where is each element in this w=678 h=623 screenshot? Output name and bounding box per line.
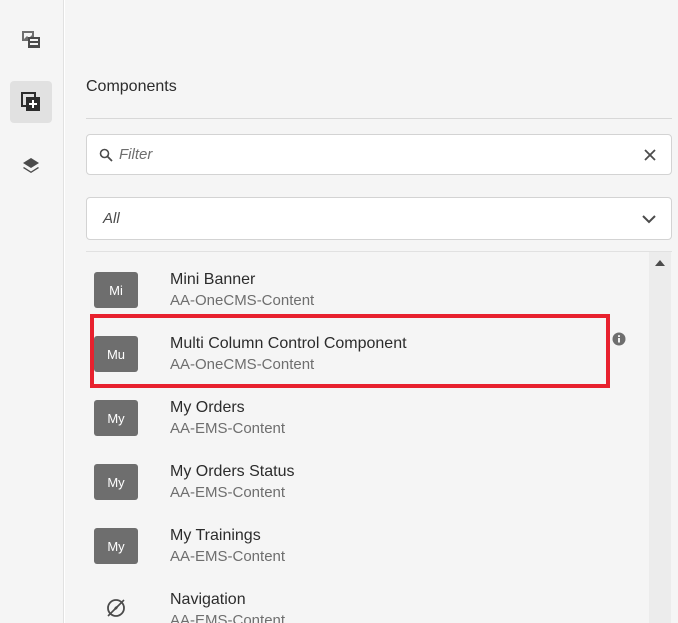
- component-title: My Orders: [170, 399, 245, 416]
- add-component-icon: [21, 92, 40, 111]
- list-item-my-orders[interactable]: My My Orders AA-EMS-Content: [86, 380, 646, 444]
- component-title: My Trainings: [170, 527, 261, 544]
- component-avatar: My: [94, 464, 138, 500]
- component-title: Mini Banner: [170, 271, 256, 288]
- component-title: My Orders Status: [170, 463, 295, 480]
- info-icon[interactable]: [612, 332, 626, 346]
- components-tab[interactable]: [10, 81, 52, 123]
- divider: [86, 118, 672, 119]
- compass-icon: [107, 599, 125, 617]
- layers-icon: [23, 158, 39, 173]
- side-rail: [0, 0, 64, 623]
- filter-input[interactable]: [119, 139, 619, 170]
- component-group: AA-OneCMS-Content: [170, 292, 315, 309]
- chevron-down-icon: [642, 215, 656, 224]
- assets-tab[interactable]: [10, 18, 52, 60]
- clear-icon[interactable]: [643, 148, 657, 162]
- list-item-navigation[interactable]: Navigation AA-EMS-Content: [86, 572, 646, 623]
- component-group: AA-EMS-Content: [170, 612, 286, 623]
- content-tree-tab[interactable]: [10, 145, 52, 187]
- selection-highlight: [90, 314, 610, 388]
- component-avatar: My: [94, 528, 138, 564]
- scroll-up-arrow[interactable]: [655, 260, 665, 266]
- list-item-my-trainings[interactable]: My My Trainings AA-EMS-Content: [86, 508, 646, 572]
- component-group: AA-EMS-Content: [170, 484, 286, 501]
- list-item-mini-banner[interactable]: Mi Mini Banner AA-OneCMS-Content: [86, 252, 646, 316]
- components-panel: Components All Mi Mini Banner AA-OneCMS-…: [65, 0, 678, 623]
- panel-title: Components: [86, 78, 177, 95]
- component-group: AA-EMS-Content: [170, 548, 286, 565]
- filter-field[interactable]: [86, 134, 672, 175]
- group-select[interactable]: All: [86, 197, 672, 240]
- list-scrollbar[interactable]: [649, 252, 671, 623]
- search-icon: [99, 148, 113, 162]
- component-list: Mi Mini Banner AA-OneCMS-Content Mu Mult…: [86, 252, 672, 623]
- assets-icon: [22, 31, 40, 48]
- component-title: Navigation: [170, 591, 246, 608]
- component-avatar: Mi: [94, 272, 138, 308]
- group-select-value: All: [103, 210, 120, 227]
- component-group: AA-EMS-Content: [170, 420, 286, 437]
- list-item-my-orders-status[interactable]: My My Orders Status AA-EMS-Content: [86, 444, 646, 508]
- component-avatar: My: [94, 400, 138, 436]
